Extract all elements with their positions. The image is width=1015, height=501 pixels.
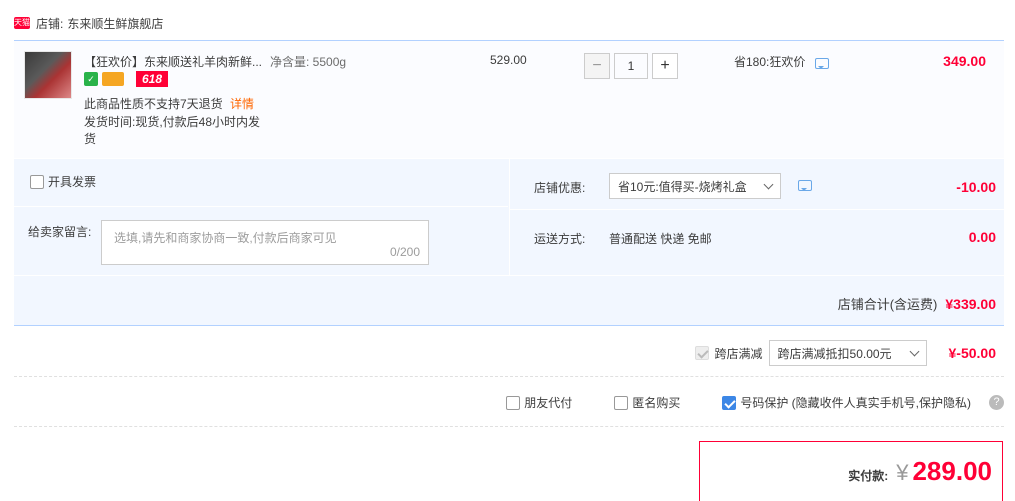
message-label: 给卖家留言: (28, 225, 92, 239)
divider (14, 206, 508, 207)
qty-plus-button[interactable]: + (652, 53, 678, 79)
seller-message-textarea[interactable]: 选填,请先和商家协商一致,付款后商家可见 0/200 (101, 220, 429, 265)
shop-discount-value: 省10元:值得买-烧烤礼盒 (618, 179, 747, 194)
qty-input[interactable]: 1 (614, 53, 648, 79)
extra-options-row: 朋友代付 匿名购买 号码保护 (隐藏收件人真实手机号,保护隐私) ? (14, 377, 1004, 427)
chat-icon[interactable] (814, 58, 829, 69)
currency-symbol: ¥ (896, 460, 909, 485)
shop-discount-amount: -10.00 (956, 179, 996, 195)
friend-pay-checkbox[interactable] (506, 395, 521, 410)
cross-store-amount: ¥-50.00 (948, 345, 996, 361)
privacy-option[interactable]: 号码保护 (隐藏收件人真实手机号,保护隐私) (722, 394, 971, 411)
privacy-checkbox[interactable] (722, 395, 737, 410)
shop-discount-select[interactable]: 省10元:值得买-烧烤礼盒 (609, 173, 781, 199)
payment-label: 实付款: (848, 469, 889, 483)
chevron-down-icon (763, 179, 774, 189)
quantity-stepper: − 1 + (584, 53, 678, 79)
divider (509, 159, 510, 275)
no-return-notice: 此商品性质不支持7天退货 详情 (84, 95, 254, 112)
tmall-logo-icon: 天猫 (14, 17, 30, 29)
store-total-amount: ¥339.00 (945, 295, 996, 312)
cross-store-checkbox (694, 346, 709, 360)
shipping-method: 普通配送 快递 免邮 (609, 232, 712, 246)
order-options: 开具发票 给卖家留言: 选填,请先和商家协商一致,付款后商家可见 0/200 店… (14, 159, 1004, 326)
store-header: 天猫 店铺: 东来顺生鲜旗舰店 (14, 14, 163, 32)
item-line-total: 349.00 (943, 53, 986, 69)
shipping-amount: 0.00 (968, 229, 996, 245)
anonymous-checkbox[interactable] (614, 395, 629, 410)
shipping-label: 运送方式: (534, 232, 586, 246)
cross-store-discount: 跨店满减 跨店满减抵扣50.00元 ¥-50.00 (694, 340, 996, 366)
friend-pay-option[interactable]: 朋友代付 (506, 394, 572, 411)
cross-store-select[interactable]: 跨店满减抵扣50.00元 (768, 340, 927, 366)
chat-icon[interactable] (798, 180, 812, 191)
chevron-down-icon (909, 346, 919, 356)
anonymous-label: 匿名购买 (632, 396, 681, 410)
cross-store-value: 跨店满减抵扣50.00元 (777, 346, 892, 361)
product-spec: 净含量: 5500g (270, 55, 347, 69)
divider (510, 209, 1004, 210)
product-thumbnail[interactable] (24, 51, 72, 99)
guarantee-badge-icon: ✓ (84, 72, 98, 86)
privacy-label: 号码保护 (隐藏收件人真实手机号,保护隐私) (740, 396, 971, 410)
divider (14, 275, 1004, 276)
promo-618-badge: 618 (136, 71, 168, 87)
help-icon[interactable]: ? (989, 395, 1004, 410)
ship-time: 发货时间:现货,付款后48小时内发货 (84, 115, 261, 146)
payment-amount: 289.00 (912, 456, 992, 486)
detail-link[interactable]: 详情 (230, 97, 254, 111)
anonymous-option[interactable]: 匿名购买 (614, 394, 680, 411)
product-title-link[interactable]: 【狂欢价】东来顺送礼羊肉新鲜... (84, 53, 262, 70)
saving-text: 省180:狂欢价 (734, 55, 806, 69)
no-return-text: 此商品性质不支持7天退货 (84, 97, 223, 111)
saving-info: 省180:狂欢价 (734, 53, 829, 70)
unit-price: 529.00 (490, 53, 527, 67)
service-badges: ✓ 618 (84, 71, 168, 87)
cross-store-label: 跨店满减 (714, 346, 763, 361)
store-total: 店铺合计(含运费) ¥339.00 (838, 294, 996, 313)
store-total-label: 店铺合计(含运费) (837, 297, 938, 312)
invoice-label: 开具发票 (48, 175, 97, 189)
payment-total: 实付款: ¥ 289.00 (848, 456, 992, 487)
payment-summary: 实付款: ¥ 289.00 (699, 441, 1003, 501)
message-char-count: 0/200 (389, 245, 420, 259)
store-name-link[interactable]: 东来顺生鲜旗舰店 (67, 15, 163, 32)
store-label: 店铺: (36, 16, 64, 31)
invoice-checkbox[interactable] (30, 174, 44, 189)
invoice-option[interactable]: 开具发票 (30, 173, 96, 190)
order-item-row: 【狂欢价】东来顺送礼羊肉新鲜... 净含量: 5500g ✓ 618 此商品性质… (14, 40, 1004, 158)
message-placeholder: 选填,请先和商家协商一致,付款后商家可见 (114, 231, 337, 245)
extra-options: 朋友代付 匿名购买 号码保护 (隐藏收件人真实手机号,保护隐私) ? (464, 394, 1004, 411)
friend-pay-label: 朋友代付 (524, 396, 573, 410)
qty-minus-button[interactable]: − (584, 53, 610, 79)
cross-store-discount-row: 跨店满减 跨店满减抵扣50.00元 ¥-50.00 (14, 327, 1004, 377)
shop-discount-label: 店铺优惠: (534, 181, 586, 195)
card-badge-icon (102, 72, 124, 86)
